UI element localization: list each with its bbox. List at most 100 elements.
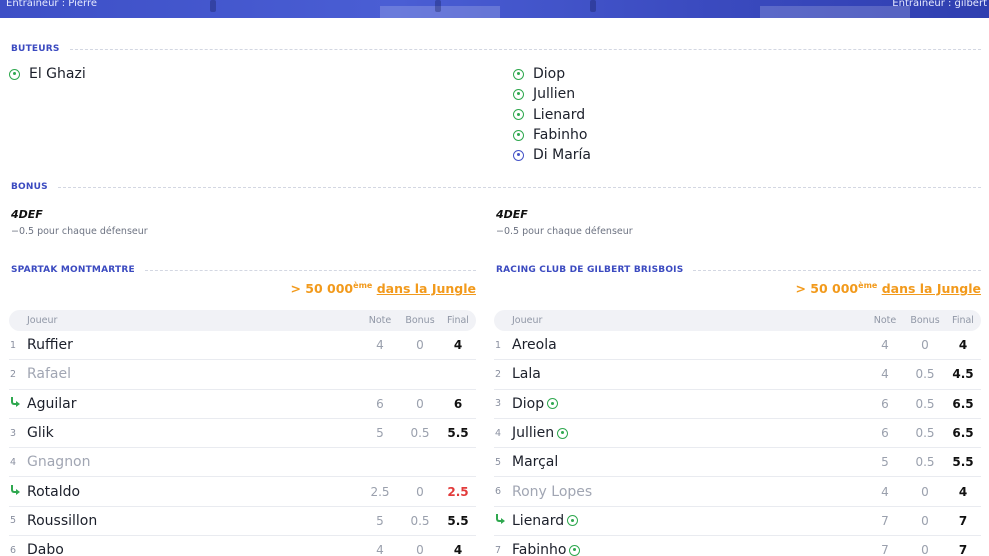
player-name[interactable]: Diop xyxy=(512,396,865,412)
player-name-text: Fabinho xyxy=(512,542,567,556)
team-right-rank: > 50 000ème dans la Jungle xyxy=(795,281,981,297)
player-name-text: Rafael xyxy=(27,366,72,383)
row-number: 3 xyxy=(10,427,17,439)
player-name[interactable]: Rotaldo xyxy=(27,484,360,500)
player-name[interactable]: Ruffier xyxy=(27,337,360,353)
scorer-name[interactable]: Lienard xyxy=(533,107,585,123)
team-left-rank: > 50 000ème dans la Jungle xyxy=(290,281,476,297)
substitution-icon xyxy=(9,485,27,498)
bonus-right-name: 4DEF xyxy=(496,208,528,221)
match-banner: Entraîneur : Pierre Entraîneur : gilbert xyxy=(0,0,989,18)
row-number: 7 xyxy=(495,544,502,556)
player-name[interactable]: Lienard xyxy=(512,513,865,529)
table-row[interactable]: 7 Fabinho 7 0 7 xyxy=(494,536,981,556)
table-row[interactable]: 4 Gnagnon xyxy=(9,448,476,478)
table-row[interactable]: 5 Marçal 5 0.5 5.5 xyxy=(494,448,981,478)
player-note: 4 xyxy=(881,484,889,499)
bonus-left-desc: −0.5 pour chaque défenseur xyxy=(11,226,148,237)
scorer-name[interactable]: El Ghazi xyxy=(29,66,86,82)
player-note: 6 xyxy=(376,396,384,411)
goal-ball-icon xyxy=(569,544,581,556)
scorer-name[interactable]: Di María xyxy=(533,147,591,163)
player-bonus: 0.5 xyxy=(915,426,935,441)
table-row[interactable]: 3 Diop 6 0.5 6.5 xyxy=(494,390,981,419)
scorers-section-title: BUTEURS xyxy=(11,44,981,54)
column-bonus: Bonus xyxy=(405,315,435,326)
player-name[interactable]: Areola xyxy=(512,337,865,353)
table-row[interactable]: 6 Dabo 4 0 4 xyxy=(9,536,476,556)
player-name[interactable]: Fabinho xyxy=(512,542,865,556)
player-note: 7 xyxy=(881,543,889,556)
scorers-right-list: Diop Jullien Lienard Fabinho Di María xyxy=(513,64,591,165)
goal-ball-icon xyxy=(547,398,559,410)
player-name[interactable]: Rony Lopes xyxy=(512,484,865,500)
player-bonus: 0.5 xyxy=(410,513,430,528)
player-name-text: Rony Lopes xyxy=(512,483,593,500)
player-name-text: Glik xyxy=(27,425,54,442)
player-name[interactable]: Glik xyxy=(27,425,360,441)
player-bonus: 0 xyxy=(921,338,929,353)
column-bonus: Bonus xyxy=(910,315,940,326)
player-final: 4.5 xyxy=(952,367,974,382)
ball-icon xyxy=(9,68,20,80)
player-bonus: 0.5 xyxy=(915,367,935,382)
table-row[interactable]: 3 Glik 5 0.5 5.5 xyxy=(9,419,476,449)
team-right-table: Joueur Note Bonus Final 1 Areola 4 0 4 2 Lala 4 0.5 4… xyxy=(494,310,981,556)
player-name[interactable]: Gnagnon xyxy=(27,454,360,470)
bonus-left-name: 4DEF xyxy=(11,208,43,221)
column-final: Final xyxy=(447,315,469,326)
table-row[interactable]: Aguilar 6 0 6 xyxy=(9,390,476,419)
scorers-left-list: El Ghazi xyxy=(9,64,86,84)
player-final: 5.5 xyxy=(447,426,469,441)
player-bonus: 0 xyxy=(921,513,929,528)
jungle-link-right[interactable]: dans la Jungle xyxy=(882,281,981,296)
table-row[interactable]: 5 Roussillon 5 0.5 5.5 xyxy=(9,507,476,537)
player-final: 2.5 xyxy=(447,484,469,499)
row-number: 6 xyxy=(495,486,502,498)
table-row[interactable]: Lienard 7 0 7 xyxy=(494,507,981,537)
column-player: Joueur xyxy=(512,315,543,326)
player-final: 4 xyxy=(453,338,463,353)
table-header: Joueur Note Bonus Final xyxy=(9,310,476,331)
table-row[interactable]: Rotaldo 2.5 0 2.5 xyxy=(9,477,476,507)
player-name[interactable]: Aguilar xyxy=(27,396,360,412)
substitution-icon xyxy=(9,397,27,410)
player-final: 5.5 xyxy=(952,455,974,470)
player-note: 5 xyxy=(881,455,889,470)
table-row[interactable]: 1 Ruffier 4 0 4 xyxy=(9,331,476,361)
row-number: 1 xyxy=(495,339,502,351)
player-name-text: Dabo xyxy=(27,542,64,556)
substitution-arrow-icon xyxy=(495,514,505,525)
ball-icon xyxy=(513,129,524,141)
player-name[interactable]: Lala xyxy=(512,366,865,382)
table-row[interactable]: 2 Lala 4 0.5 4.5 xyxy=(494,360,981,390)
player-final: 6.5 xyxy=(952,396,974,411)
player-name[interactable]: Dabo xyxy=(27,542,360,556)
player-name[interactable]: Jullien xyxy=(512,425,865,441)
team-left-table: Joueur Note Bonus Final 1 Ruffier 4 0 4 2 Rafael Ag… xyxy=(9,310,476,556)
substitution-icon xyxy=(494,514,512,527)
scorer-item: Jullien xyxy=(513,84,591,104)
player-name[interactable]: Marçal xyxy=(512,454,865,470)
coach-right-label: Entraîneur : gilbert xyxy=(892,0,987,9)
table-row[interactable]: 1 Areola 4 0 4 xyxy=(494,331,981,361)
bonus-section-title: BONUS xyxy=(11,182,981,192)
scorer-item: Fabinho xyxy=(513,125,591,145)
scorer-item: Di María xyxy=(513,145,591,165)
player-note: 4 xyxy=(376,338,384,353)
table-row[interactable]: 6 Rony Lopes 4 0 4 xyxy=(494,477,981,507)
table-row[interactable]: 2 Rafael xyxy=(9,360,476,390)
table-row[interactable]: 4 Jullien 6 0.5 6.5 xyxy=(494,419,981,449)
player-name[interactable]: Roussillon xyxy=(27,513,360,529)
player-final: 7 xyxy=(958,543,968,556)
row-number: 2 xyxy=(495,368,502,380)
scorer-name[interactable]: Jullien xyxy=(533,86,575,102)
scorer-name[interactable]: Fabinho xyxy=(533,127,587,143)
scorer-name[interactable]: Diop xyxy=(533,66,565,82)
jungle-link-left[interactable]: dans la Jungle xyxy=(377,281,476,296)
player-final: 4 xyxy=(958,484,968,499)
player-bonus: 0 xyxy=(416,543,424,556)
player-note: 6 xyxy=(881,426,889,441)
player-name[interactable]: Rafael xyxy=(27,366,360,382)
row-number: 1 xyxy=(10,339,17,351)
